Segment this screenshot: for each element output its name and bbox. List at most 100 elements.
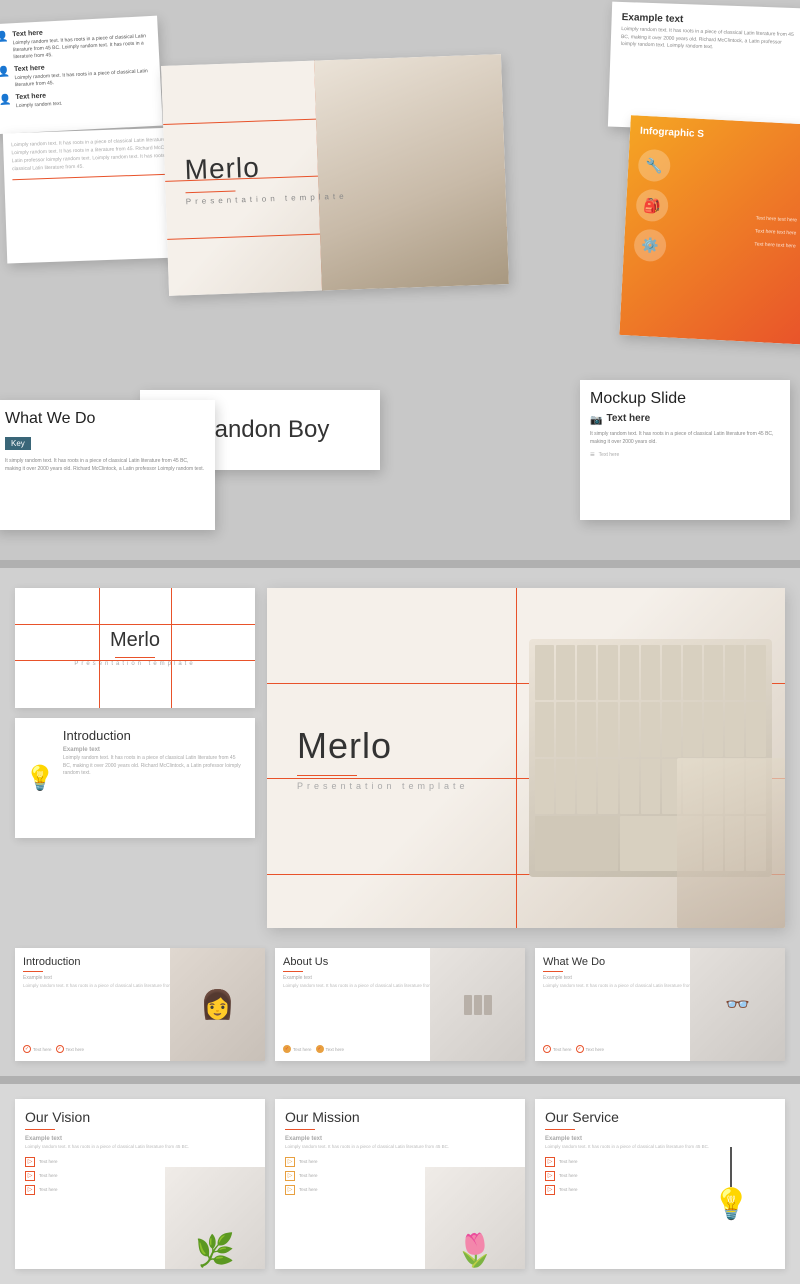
icon-dot-2: ✓ (56, 1045, 64, 1053)
thumb-what-we-do: What We Do Example text Loimply random t… (535, 948, 785, 1061)
example-body: Loimply random text. It has roots in a p… (621, 26, 797, 55)
intro-example-label: Example text (63, 747, 245, 753)
infographic-circle-2: 🎒 (635, 189, 669, 223)
service-sq-icon-1: ▷ (545, 1157, 555, 1167)
slide-text-lines: 👤 Text here Loimply random text. It has … (0, 16, 163, 135)
mini-accent-h2 (15, 660, 255, 661)
bottom-section: Our Vision Example text Loimply random t… (0, 1084, 800, 1284)
thumb-intro-photo: 👩 (170, 948, 265, 1061)
mission-sq-icon-2: ▷ (285, 1171, 295, 1181)
thumb-about-icon2-text: Text here (326, 1047, 345, 1052)
person-icon-2: 👤 (0, 66, 10, 78)
text-icon: ≡ (590, 450, 595, 459)
thumb-about-us: About Us Example text Loimply random tex… (275, 948, 525, 1061)
service-sq-icon-2: ▷ (545, 1171, 555, 1181)
mid-left-column: Merlo Presentation template 💡 Introducti… (15, 588, 255, 928)
infographic-circle-1: 🔧 (637, 149, 671, 183)
icon-dot-4: ✓ (316, 1045, 324, 1053)
camera-icon: 📷 (590, 415, 602, 426)
lamp-cord (730, 1147, 732, 1187)
mockup-body: It simply random text. It has roots in a… (590, 431, 780, 446)
service-icon-text-3: Text here (559, 1187, 578, 1192)
service-lamp-area: 💡 (688, 1099, 776, 1269)
wwdo-title: What We Do (5, 410, 205, 428)
key-tag: Key (5, 437, 31, 450)
main-slide-text: Merlo Presentation template (184, 149, 348, 207)
thumb-about-photo (430, 948, 525, 1061)
thumb-wwdo-line (543, 971, 563, 972)
vision-sq-icon-1: ▷ (25, 1157, 35, 1167)
wwdo-body: It simply random text. It has roots in a… (5, 458, 205, 473)
text-heading-3: Text here (15, 92, 62, 101)
mission-icon-text-1: Text here (299, 1159, 318, 1164)
mini-accent-h1 (15, 624, 255, 625)
thumb-introduction: Introduction Example text Loimply random… (15, 948, 265, 1061)
card-our-mission: Our Mission Example text Loimply random … (275, 1099, 525, 1269)
vision-example-label: Example text (25, 1136, 255, 1142)
mini-accent-v1 (99, 588, 100, 708)
mission-icon-text-2: Text here (299, 1173, 318, 1178)
glasses-icon: 👓 (725, 992, 750, 1017)
vision-flower-photo: 🌿 (165, 1167, 265, 1269)
thumb-wwdo-icon1-text: Text here (553, 1047, 572, 1052)
thumb-about-line (283, 971, 303, 972)
icon-dot-5: ✓ (543, 1045, 551, 1053)
infographic-circle-3: ⚙️ (633, 229, 667, 263)
thumb-intro-icon1-text: Text here (33, 1047, 52, 1052)
intro-mid-body: Loimply random text. It has roots in a p… (63, 755, 245, 778)
card-our-vision: Our Vision Example text Loimply random t… (15, 1099, 265, 1269)
person-icon: 👤 (0, 31, 9, 43)
mission-sq-icon-3: ▷ (285, 1185, 295, 1195)
our-vision-title: Our Vision (25, 1109, 255, 1125)
merlo-mini-slide: Merlo Presentation template (15, 588, 255, 708)
merlo-big-title: Merlo (297, 725, 469, 767)
vision-icon-text-2: Text here (39, 1173, 58, 1178)
flower-icon: 🌿 (195, 1231, 235, 1269)
thumb-wwdo-icon1: ✓ Text here (543, 1045, 572, 1053)
our-mission-title: Our Mission (285, 1109, 515, 1125)
separator-2 (0, 1076, 800, 1084)
intro-mid-slide: 💡 Introduction Example text Loimply rand… (15, 718, 255, 838)
merlo-mini-title: Merlo (110, 629, 160, 652)
person-icon-3: 👤 (0, 94, 12, 106)
vision-icon-text-1: Text here (39, 1159, 58, 1164)
slide-what-we-do: What We Do Key It simply random text. It… (0, 400, 215, 530)
slide-infographic: Infographic S 🔧 🎒 ⚙️ Text here text here… (619, 115, 800, 345)
thumb-intro-icon1: ✓ Text here (23, 1045, 52, 1053)
vision-icon-text-3: Text here (39, 1187, 58, 1192)
mini-accent-v2 (171, 588, 172, 708)
slide-mockup: Mockup Slide 📷 Text here It simply rando… (580, 380, 790, 520)
service-orange-line (545, 1129, 575, 1130)
lamp-icon-service: 💡 (713, 1147, 750, 1222)
vision-sq-icon-2: ▷ (25, 1171, 35, 1181)
vision-body: Loimply random text. It has roots in a p… (25, 1144, 255, 1151)
main-slide-divider (186, 190, 236, 193)
merlo-big-line (297, 775, 357, 776)
card-our-service: Our Service Example text Loimply random … (535, 1099, 785, 1269)
icon-dot-1: ✓ (23, 1045, 31, 1053)
lamp-icon-intro: 💡 (25, 764, 55, 793)
mission-flower-photo: 🌷 (425, 1167, 525, 1269)
vision-icon-row-1: ▷ Text here (25, 1157, 255, 1167)
service-icon-text-2: Text here (559, 1173, 578, 1178)
vision-sq-icon-3: ▷ (25, 1185, 35, 1195)
main-slide-title: Merlo (184, 149, 347, 187)
mockup-text-here-2: Text here (599, 452, 620, 458)
mockup-text-here: Text here (606, 413, 650, 424)
service-sq-icon-3: ▷ (545, 1185, 555, 1195)
service-icon-text-1: Text here (559, 1159, 578, 1164)
thumbnail-row: Introduction Example text Loimply random… (0, 948, 800, 1076)
infographic-title: Infographic S (640, 126, 704, 140)
icon-dot-6: ✓ (576, 1045, 584, 1053)
icon-dot-3: ✓ (283, 1045, 291, 1053)
mission-icon-row-1: ▷ Text here (285, 1157, 515, 1167)
merlo-big-subtitle: Presentation template (297, 781, 469, 791)
person-figure: 👩 (200, 988, 235, 1021)
merlo-big-text-area: Merlo Presentation template (267, 725, 469, 791)
separator-1 (0, 560, 800, 568)
mid-right-column: Merlo Presentation template (267, 588, 785, 928)
mockup-title: Mockup Slide (590, 390, 780, 408)
thumb-wwdo-icon2: ✓ Text here (576, 1045, 605, 1053)
thumb-wwdo-photo: 👓 (690, 948, 785, 1061)
merlo-mini-sub: Presentation template (74, 661, 195, 667)
